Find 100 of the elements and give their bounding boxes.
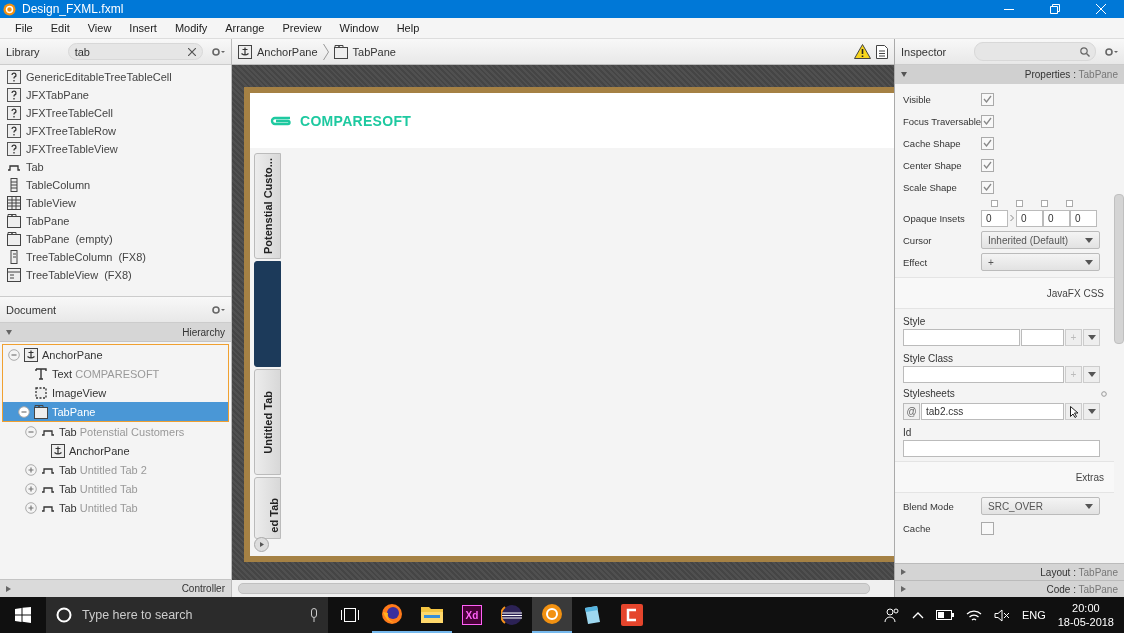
tree-item[interactable]: Tab Untitled Tab [0, 479, 231, 498]
document-icon[interactable] [876, 44, 888, 59]
menu-item[interactable]: File [6, 22, 42, 34]
tab[interactable]: ed Tab [254, 477, 281, 539]
people-icon[interactable] [883, 607, 900, 623]
tab[interactable]: Potenstial Custo... [254, 153, 281, 259]
library-item[interactable]: JFXTreeTableRow [0, 122, 231, 140]
dropdown[interactable]: + [981, 253, 1100, 271]
library-item[interactable]: JFXTreeTableCell [0, 104, 231, 122]
menu-item[interactable]: View [78, 22, 121, 34]
input-field[interactable]: tab2.css [921, 403, 1064, 420]
app-icon [3, 2, 16, 16]
checkbox[interactable] [981, 92, 994, 106]
expand-icon[interactable] [901, 569, 906, 575]
dropdown-button[interactable] [1083, 403, 1100, 420]
collapse-icon[interactable] [18, 405, 30, 418]
caret-icon [1085, 237, 1093, 243]
dropdown-button[interactable] [1083, 366, 1100, 383]
input-field[interactable]: 0 [1043, 209, 1070, 227]
breadcrumb-item[interactable]: TabPane [333, 44, 396, 59]
section-title: Hierarchy [182, 326, 225, 338]
library-item[interactable]: JFXTabPane [0, 86, 231, 104]
input-field[interactable] [903, 366, 1064, 383]
panel-title: Inspector [901, 45, 947, 58]
input-field[interactable]: 0 [1070, 209, 1097, 227]
checkbox[interactable] [981, 180, 994, 194]
library-item[interactable]: TableView [0, 194, 231, 212]
mute-icon[interactable] [993, 608, 1010, 622]
checkbox[interactable] [981, 521, 994, 535]
search-field[interactable]: tab [67, 43, 203, 60]
image-icon [34, 385, 48, 400]
input-field[interactable]: 0 [981, 209, 1008, 227]
dropdown[interactable]: SRC_OVER [981, 497, 1100, 515]
search-field[interactable] [974, 42, 1096, 61]
language-indicator[interactable]: ENG [1021, 609, 1046, 621]
microphone-icon[interactable] [310, 608, 318, 622]
settings-icon[interactable] [1104, 46, 1118, 57]
scrollbar-thumb[interactable] [238, 583, 870, 594]
input-field[interactable] [1020, 329, 1064, 346]
dropdown-button[interactable] [1083, 329, 1100, 346]
library-item[interactable]: TabPane (empty) [0, 230, 231, 248]
expand-icon[interactable] [901, 586, 906, 592]
app-icon: Xd [462, 605, 482, 625]
task-view-icon[interactable] [341, 608, 359, 622]
menu-item[interactable]: Insert [120, 22, 166, 34]
window-icon [7, 214, 21, 228]
tree-item[interactable]: AnchorPane [0, 441, 231, 460]
input-field[interactable] [903, 440, 1100, 457]
library-item[interactable]: TabPane [0, 212, 231, 230]
menu-item[interactable]: Arrange [216, 22, 274, 34]
tree-item[interactable]: Tab Potenstial Customers [0, 422, 231, 441]
taskbar-app[interactable]: Xd [452, 597, 492, 633]
menu-item[interactable]: Window [330, 22, 388, 34]
library-item[interactable]: TableColumn [0, 176, 231, 194]
menu-item[interactable]: Edit [41, 22, 79, 34]
clock[interactable]: 20:00 18-05-2018 [1057, 601, 1114, 629]
search-field[interactable]: Type here to search [46, 597, 328, 633]
menu-item[interactable]: Preview [273, 22, 331, 34]
property-label: Cache Shape [903, 137, 962, 149]
tree-item[interactable]: Tab Untitled Tab [0, 498, 231, 517]
option-button[interactable] [1065, 403, 1082, 420]
library-item[interactable]: JFXTreeTableView [0, 140, 231, 158]
restore-icon [1050, 4, 1060, 14]
tree-item[interactable]: ImageView [3, 383, 228, 402]
design-frame[interactable]: COMPARESOFT Potenstial Custo... Untitled Tab ed Tab [244, 87, 894, 562]
menu-item[interactable]: Modify [165, 22, 217, 34]
input-field[interactable] [903, 329, 1020, 346]
expand-icon[interactable] [25, 482, 37, 495]
menu-item[interactable]: Help [387, 22, 429, 34]
tree-item[interactable]: Text COMPARESOFT [3, 364, 228, 383]
checkbox[interactable] [981, 158, 994, 172]
tree-item[interactable]: Tab Untitled Tab 2 [0, 460, 231, 479]
library-item[interactable]: Tab [0, 158, 231, 176]
expand-icon[interactable] [25, 501, 37, 514]
scrollbar-thumb[interactable] [1114, 194, 1124, 344]
warning-icon[interactable] [854, 44, 871, 59]
checkbox[interactable] [981, 114, 994, 128]
checkbox[interactable] [981, 136, 994, 150]
library-item[interactable]: GenericEditableTreeTableCell [0, 68, 231, 86]
library-item[interactable]: TreeTableView (FX8) [0, 266, 231, 284]
collapse-icon[interactable] [901, 72, 907, 77]
property-label: Effect [903, 256, 929, 268]
collapse-icon[interactable] [6, 329, 12, 335]
settings-icon[interactable] [211, 304, 225, 315]
tab[interactable]: Untitled Tab [254, 369, 281, 475]
breadcrumb-item[interactable]: AnchorPane [238, 44, 318, 59]
chevron-up-icon[interactable] [911, 611, 924, 619]
expand-icon[interactable] [25, 463, 37, 476]
windows-icon[interactable] [15, 607, 31, 623]
scroll-button[interactable] [254, 537, 269, 552]
taskbar-app[interactable] [532, 597, 572, 633]
expand-icon[interactable] [6, 585, 11, 592]
wifi-icon[interactable] [965, 608, 982, 622]
tree-item[interactable]: AnchorPane [3, 345, 228, 364]
dropdown[interactable]: Inherited (Default) [981, 231, 1100, 249]
battery-icon[interactable] [935, 610, 954, 620]
library-item[interactable]: TreeTableColumn (FX8) [0, 248, 231, 266]
input-field[interactable]: 0 [1016, 209, 1043, 227]
settings-icon[interactable] [211, 46, 225, 57]
clear-icon[interactable] [188, 47, 196, 56]
